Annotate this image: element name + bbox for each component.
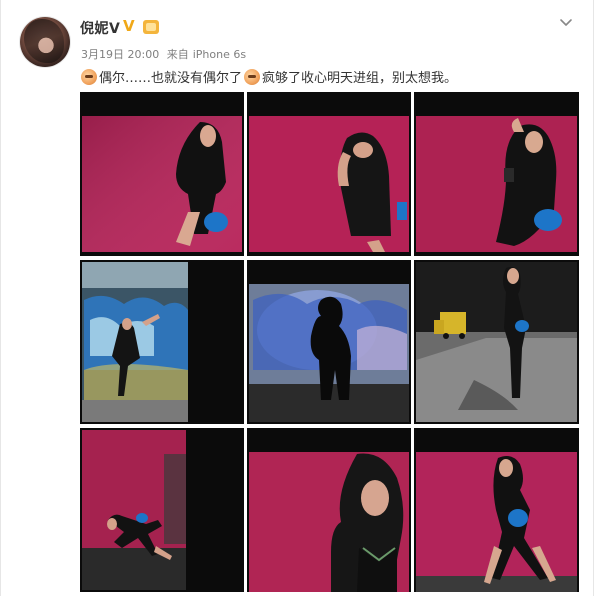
chevron-down-icon[interactable] (559, 16, 573, 30)
avatar-image (24, 19, 64, 63)
photo-grid (80, 92, 579, 592)
post-text-segment-2: 疯够了收心明天进组，别太想我。 (262, 71, 458, 86)
photo-1[interactable] (80, 92, 244, 256)
photo-8[interactable] (247, 428, 411, 592)
emoji-icon (244, 68, 261, 85)
emoji-icon (81, 68, 97, 85)
vip-badge-icon (143, 20, 159, 34)
weibo-post-card: 倪妮V V 3月19日 20:00 来自 iPhone 6s 偶尔……也就没有偶尔… (0, 0, 594, 596)
username[interactable]: 倪妮V (80, 18, 120, 38)
photo-3[interactable] (414, 92, 579, 256)
photo-7[interactable] (80, 428, 244, 592)
avatar[interactable] (20, 17, 70, 67)
photo-6[interactable] (414, 260, 579, 424)
post-text: 偶尔……也就没有偶尔了 疯够了收心明天进组，别太想我。 (81, 67, 457, 86)
post-text-segment-1: 偶尔……也就没有偶尔了 (99, 71, 243, 86)
photo-4[interactable] (80, 260, 244, 424)
photo-2[interactable] (247, 92, 411, 256)
photo-5[interactable] (247, 260, 411, 424)
post-source-prefix: 来自 (166, 48, 189, 61)
post-time[interactable]: 3月19日 20:00 (81, 48, 159, 61)
post-meta: 3月19日 20:00 来自 iPhone 6s (81, 46, 250, 62)
post-source[interactable]: iPhone 6s (193, 48, 246, 61)
verified-badge-icon: V (123, 17, 135, 35)
photo-9[interactable] (414, 428, 579, 592)
